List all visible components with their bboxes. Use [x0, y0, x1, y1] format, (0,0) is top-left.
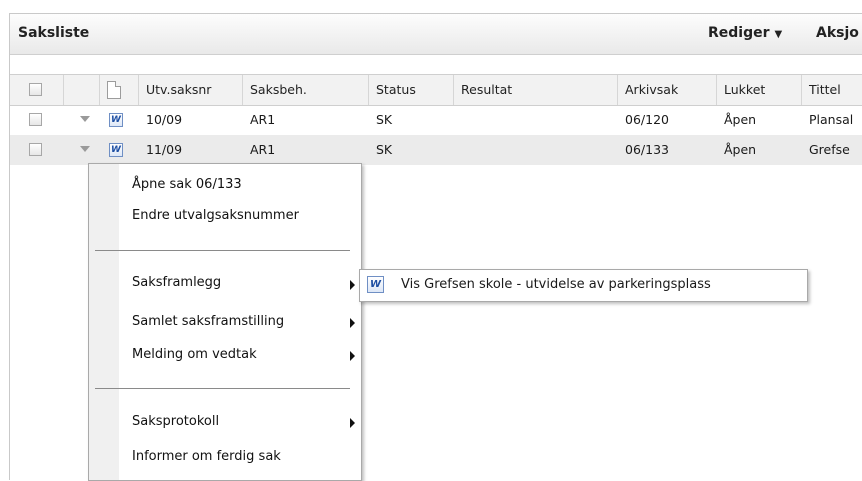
menu-item-saksprotokoll[interactable]: Saksprotokoll [132, 414, 219, 429]
rediger-menu[interactable]: Rediger ▼ [708, 25, 782, 41]
saksframlegg-submenu[interactable]: W Vis Grefsen skole - utvidelse av parke… [359, 269, 808, 302]
table-header: Utv.saksnr Saksbeh. Status Resultat Arki… [10, 74, 862, 106]
cell-arkivsak: 06/120 [625, 112, 669, 127]
select-all-cell [10, 75, 64, 105]
cell-arkivsak: 06/133 [625, 142, 669, 157]
document-icon [107, 81, 121, 99]
cell-status: SK [376, 142, 393, 157]
cell-tittel: Grefse [809, 142, 850, 157]
cell-saksbeh: AR1 [250, 142, 276, 157]
menu-separator [95, 250, 350, 251]
menu-item-endre-utvalgsaksnummer[interactable]: Endre utvalgsaksnummer [132, 208, 299, 223]
submenu-item-vis-dokument[interactable]: Vis Grefsen skole - utvidelse av parkeri… [401, 277, 711, 292]
expand-arrow-icon[interactable] [80, 146, 90, 152]
select-all-checkbox[interactable] [29, 83, 42, 96]
table-row[interactable]: W 10/09 AR1 SK 06/120 Åpen Plansal [10, 105, 862, 135]
cell-resultat [454, 135, 461, 165]
col-utvsaksnr[interactable]: Utv.saksnr [139, 75, 243, 105]
panel-title: Saksliste [18, 25, 90, 41]
menu-item-melding-om-vedtak[interactable]: Melding om vedtak [132, 347, 257, 362]
row-checkbox[interactable] [29, 143, 42, 156]
menu-item-samlet-saksframstilling[interactable]: Samlet saksframstilling [132, 314, 284, 329]
menu-item-saksframlegg[interactable]: Saksframlegg [132, 275, 221, 290]
cell-utvsaksnr: 11/09 [146, 142, 183, 157]
context-menu: Åpne sak 06/133 Endre utvalgsaksnummer S… [88, 163, 362, 481]
cell-saksbeh: AR1 [250, 112, 276, 127]
cell-lukket: Åpen [724, 142, 757, 157]
cell-tittel: Plansal [809, 112, 854, 127]
aksjoner-menu[interactable]: Aksjo [816, 25, 859, 41]
expand-header [64, 75, 100, 105]
submenu-arrow-icon [350, 351, 355, 361]
menu-item-informer-om-ferdig-sak[interactable]: Informer om ferdig sak [132, 449, 281, 464]
word-document-icon[interactable]: W [109, 143, 123, 157]
col-status[interactable]: Status [369, 75, 454, 105]
cell-utvsaksnr: 10/09 [146, 112, 183, 127]
cell-status: SK [376, 112, 393, 127]
word-document-icon[interactable]: W [109, 113, 123, 127]
context-menu-gutter [89, 164, 119, 480]
col-arkivsak[interactable]: Arkivsak [618, 75, 717, 105]
col-tittel[interactable]: Tittel [802, 75, 862, 105]
cell-lukket: Åpen [724, 112, 757, 127]
cell-resultat [454, 105, 461, 135]
word-document-icon: W [367, 276, 384, 293]
menu-item-apne-sak[interactable]: Åpne sak 06/133 [132, 177, 242, 192]
table-row[interactable]: W 11/09 AR1 SK 06/133 Åpen Grefse [10, 135, 862, 165]
col-resultat[interactable]: Resultat [454, 75, 618, 105]
submenu-arrow-icon [350, 280, 355, 290]
chevron-down-icon: ▼ [774, 29, 783, 40]
rediger-menu-label: Rediger [708, 25, 770, 41]
col-lukket[interactable]: Lukket [717, 75, 802, 105]
submenu-arrow-icon [350, 318, 355, 328]
doc-header [100, 75, 139, 105]
row-checkbox[interactable] [29, 113, 42, 126]
panel-titlebar: Saksliste Rediger ▼ Aksjo [10, 14, 862, 55]
submenu-arrow-icon [350, 418, 355, 428]
col-saksbeh[interactable]: Saksbeh. [243, 75, 369, 105]
menu-separator [95, 388, 350, 389]
expand-arrow-icon[interactable] [80, 116, 90, 122]
